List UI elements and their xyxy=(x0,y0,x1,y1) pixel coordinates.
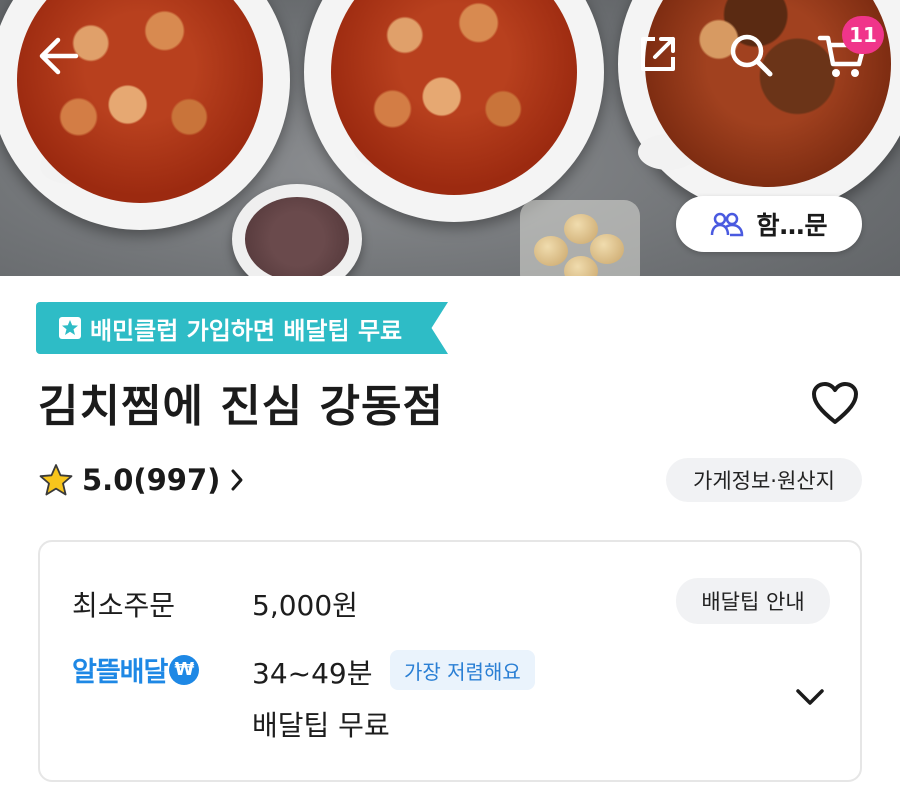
share-button[interactable] xyxy=(632,28,684,80)
chevron-down-icon xyxy=(796,689,824,705)
group-order-button[interactable]: 함…문 xyxy=(676,196,862,252)
promo-label: 배민클럽 가입하면 배달팁 무료 xyxy=(90,316,403,345)
rice-bowl-image xyxy=(232,184,362,276)
won-coin-icon: ₩ xyxy=(169,654,200,685)
quail-eggs-image xyxy=(520,200,640,276)
share-icon xyxy=(641,37,675,71)
rating-link[interactable]: 5.0(997) xyxy=(38,458,244,502)
min-order-value: 5,000원 xyxy=(252,589,358,622)
heart-icon xyxy=(812,382,858,424)
cheapest-badge: 가장 저렴해요 xyxy=(390,650,535,690)
saver-delivery-logo: 알뜰배달 ₩ xyxy=(72,650,200,689)
kimchi-stew-dish-image xyxy=(304,0,604,222)
store-name: 김치찜에 진심 강동점 xyxy=(38,381,444,432)
star-badge-icon xyxy=(59,317,81,339)
favorite-button[interactable] xyxy=(810,380,860,426)
chevron-right-icon xyxy=(231,469,243,491)
store-info-origin-button[interactable]: 가게정보·원산지 xyxy=(666,458,862,502)
saver-delivery-label: 알뜰배달 xyxy=(72,657,168,688)
group-order-label: 함…문 xyxy=(756,211,828,240)
min-order-label: 최소주문 xyxy=(72,589,176,622)
back-button[interactable] xyxy=(30,30,86,82)
arrow-left-icon xyxy=(39,37,79,75)
hero-food-image: 11 함…문 xyxy=(0,0,900,276)
cart-count-badge: 11 xyxy=(842,16,884,54)
delivery-tip-value: 배달팁 무료 xyxy=(252,709,390,742)
rating-value: 5.0(997) xyxy=(82,463,221,497)
search-button[interactable] xyxy=(724,28,778,82)
expand-delivery-options-button[interactable] xyxy=(792,682,828,712)
people-icon xyxy=(711,212,744,237)
star-icon xyxy=(39,464,73,496)
search-icon xyxy=(730,34,773,77)
delivery-tip-guide-button[interactable]: 배달팁 안내 xyxy=(676,578,830,624)
delivery-info-card: 최소주문 5,000원 배달팁 안내 알뜰배달 ₩ 34~49분 가장 저렴해요… xyxy=(38,540,862,782)
delivery-time: 34~49분 xyxy=(252,657,373,690)
baemin-club-promo-banner[interactable]: 배민클럽 가입하면 배달팁 무료 xyxy=(36,302,448,354)
